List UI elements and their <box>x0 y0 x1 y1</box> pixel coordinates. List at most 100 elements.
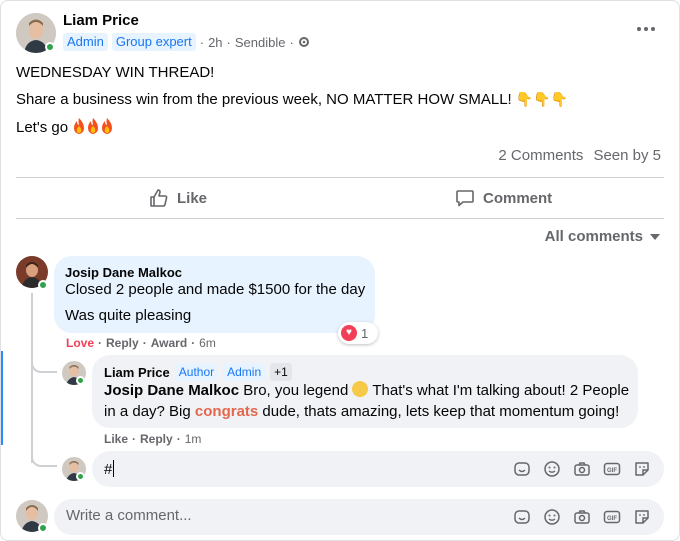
more-options-button[interactable] <box>631 19 661 39</box>
post-stats: 2 Comments Seen by 5 <box>498 147 661 164</box>
comment-actions: Love · Reply · Award · 6m <box>66 336 216 350</box>
post-audience: Sendible <box>234 34 286 50</box>
more-badges[interactable]: +1 <box>270 363 292 381</box>
seen-by-count[interactable]: Seen by 5 <box>593 147 661 164</box>
online-status-indicator <box>76 472 85 481</box>
emoji-icon[interactable] <box>542 507 562 527</box>
reply-header: Liam Price Author Admin +1 <box>104 363 292 381</box>
love-reaction-button[interactable]: Love <box>66 336 94 350</box>
reply-text: Josip Dane Malkoc Bro, you legend That's… <box>104 380 629 401</box>
post-line: Share a business win from the previous w… <box>16 90 568 110</box>
svg-text:GIF: GIF <box>607 516 617 522</box>
heart-icon: ♥ <box>341 325 357 341</box>
reply-actions: Like · Reply · 1m <box>104 432 201 446</box>
comment-button-label: Comment <box>483 189 553 207</box>
gif-icon[interactable]: GIF <box>602 507 622 527</box>
action-separator: · <box>132 432 137 446</box>
post-card: Liam Price Admin Group expert · 2h · Sen… <box>0 0 680 541</box>
reply-input[interactable]: # <box>104 460 115 478</box>
fire-icon <box>74 118 85 134</box>
reply-author[interactable]: Liam Price <box>104 365 170 380</box>
like-button[interactable]: Like <box>149 181 207 215</box>
caret-down-icon <box>650 233 660 240</box>
thumbs-up-icon <box>150 189 168 207</box>
sticker-icon[interactable] <box>632 459 652 479</box>
input-tools: GIF <box>512 507 652 527</box>
action-separator: · <box>191 336 196 350</box>
reply-text-part: in a day? Big <box>104 403 195 420</box>
reaction-count: 1 <box>361 325 369 341</box>
action-separator: · <box>176 432 181 446</box>
divider <box>16 177 664 178</box>
post-title: WEDNESDAY WIN THREAD! <box>16 64 215 81</box>
party-face-icon <box>352 381 369 397</box>
gif-icon[interactable]: GIF <box>602 459 622 479</box>
avatar-sticker-icon[interactable] <box>512 459 532 479</box>
comment-text: Closed 2 people and made $1500 for the d… <box>65 281 366 298</box>
post-line-text: Share a business win from the previous w… <box>16 91 512 108</box>
reply-text-part: Bro, you legend <box>239 382 349 399</box>
post-line: Let's go <box>16 118 114 138</box>
gear-icon <box>298 37 309 47</box>
svg-text:GIF: GIF <box>607 468 617 474</box>
meta-separator: · <box>289 34 294 50</box>
comments-count[interactable]: 2 Comments <box>498 147 583 164</box>
admin-badge[interactable]: Admin <box>63 33 108 51</box>
post-author-name[interactable]: Liam Price <box>63 12 139 29</box>
point-down-emoji: 👇👇👇 <box>515 92 569 108</box>
meta-separator: · <box>226 34 231 50</box>
comment-author[interactable]: Josip Dane Malkoc <box>65 265 182 280</box>
fire-icon <box>102 118 113 134</box>
reply-button[interactable]: Reply <box>106 336 139 350</box>
text-caret <box>113 460 115 477</box>
online-status-indicator <box>38 523 48 533</box>
online-status-indicator <box>38 280 48 290</box>
thread-connector <box>31 356 57 373</box>
comment-bubble: Josip Dane Malkoc Closed 2 people and ma… <box>54 256 375 333</box>
post-line-text: Let's go <box>16 119 69 136</box>
camera-icon[interactable] <box>572 459 592 479</box>
fire-icon <box>88 118 99 134</box>
highlight-word[interactable]: congrats <box>195 403 258 420</box>
comment-filter-dropdown[interactable]: All comments <box>545 228 661 245</box>
group-expert-badge[interactable]: Group expert <box>111 33 196 51</box>
comment-text: Was quite pleasing <box>65 307 192 324</box>
action-separator: · <box>142 336 147 350</box>
post-meta: Admin Group expert · 2h · Sendible · <box>63 33 310 51</box>
reply-time[interactable]: 1m <box>185 432 202 446</box>
reply-input-value: # <box>104 461 113 478</box>
camera-icon[interactable] <box>572 507 592 527</box>
reply-button[interactable]: Reply <box>140 432 173 446</box>
reply-bubble: Liam Price Author Admin +1 Josip Dane Ma… <box>92 355 638 428</box>
like-button-label: Like <box>177 189 208 207</box>
online-status-indicator <box>45 42 55 52</box>
reply-input-box[interactable]: # GIF <box>92 451 664 487</box>
award-button[interactable]: Award <box>151 336 187 350</box>
thread-connector <box>31 451 57 467</box>
selection-indicator <box>1 351 3 445</box>
mention-link[interactable]: Josip Dane Malkoc <box>104 382 239 399</box>
reply-text-part: That's what I'm talking about! 2 People <box>368 382 630 399</box>
comment-time[interactable]: 6m <box>199 336 216 350</box>
admin-badge[interactable]: Admin <box>223 363 266 381</box>
input-tools: GIF <box>512 459 652 479</box>
reply-text-part: dude, thats amazing, lets keep that mome… <box>258 403 620 420</box>
comment-icon <box>456 190 474 207</box>
meta-separator: · <box>199 34 205 50</box>
avatar-sticker-icon[interactable] <box>512 507 532 527</box>
comment-input-box[interactable]: GIF <box>54 499 664 535</box>
reaction-summary[interactable]: ♥ 1 <box>338 322 378 344</box>
thread-line <box>31 293 33 463</box>
comment-input[interactable] <box>66 507 466 524</box>
like-reply-button[interactable]: Like <box>104 432 128 446</box>
action-separator: · <box>98 336 103 350</box>
divider <box>16 218 664 219</box>
author-badge[interactable]: Author <box>174 363 219 381</box>
sticker-icon[interactable] <box>632 507 652 527</box>
comment-filter-label: All comments <box>544 228 643 245</box>
comment-button[interactable]: Comment <box>455 181 552 215</box>
online-status-indicator <box>76 376 85 385</box>
emoji-icon[interactable] <box>542 459 562 479</box>
reply-text: in a day? Big congrats dude, thats amazi… <box>104 401 619 422</box>
post-time[interactable]: 2h <box>208 35 222 50</box>
